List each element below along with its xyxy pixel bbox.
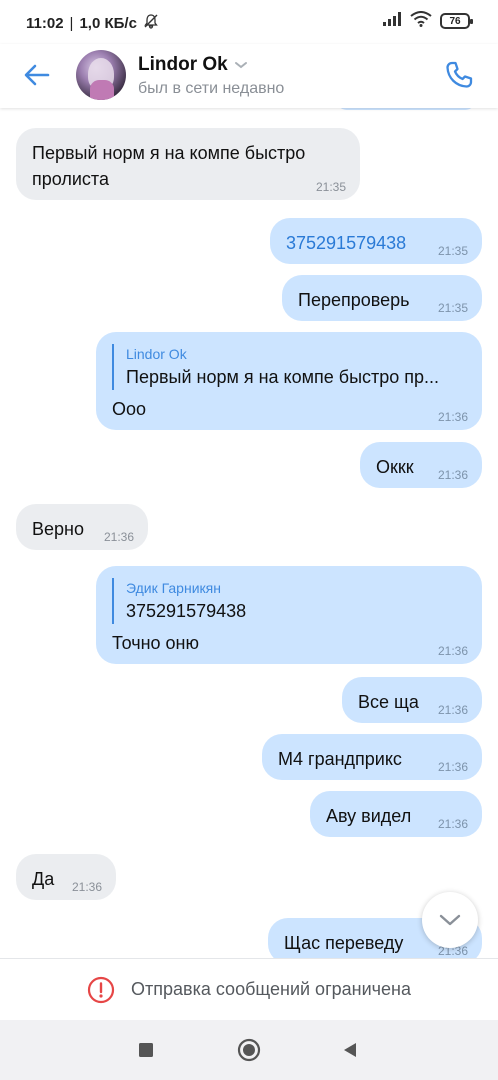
message-bubble[interactable]: Да 21:36 [16,854,116,900]
status-speed: 1,0 КБ/с [79,14,137,32]
message-bubble[interactable]: Оккк 21:36 [360,442,482,488]
message-text: Все ща [358,692,419,712]
status-left: 11:02 | 1,0 КБ/с [26,13,159,33]
mute-bell-icon [143,13,159,33]
reply-author: Эдик Гарникян [126,580,221,596]
message-bubble[interactable]: 375291579438 21:35 [270,218,482,264]
reply-text: 375291579438 [126,601,247,621]
status-separator: | [69,14,74,32]
status-time: 11:02 [26,14,64,32]
message-bubble-reply[interactable]: Lindor Ok Первый норм я на компе быстро … [96,332,482,430]
message-time: 21:36 [437,468,468,482]
restricted-label: Отправка сообщений ограничена [131,979,411,999]
recents-button[interactable] [134,1038,158,1062]
message-text: Ооо [112,399,147,419]
message-time: 21:36 [437,410,468,424]
message-bubble-partial [336,108,476,110]
status-right: 76 [382,11,473,31]
message-text: Перепроверь [298,290,410,310]
message-bubble-reply[interactable]: Эдик Гарникян 375291579438 Точно оню 21:… [96,566,482,664]
triangle-back-icon [344,1043,356,1057]
call-button[interactable] [440,56,478,94]
message-time: 21:35 [315,180,346,194]
message-time: 21:35 [437,301,468,315]
message-time: 21:36 [103,530,134,544]
wifi-icon [410,11,432,31]
chevron-down-icon [439,914,461,926]
circle-icon [237,1038,261,1062]
reply-quote[interactable]: Lindor Ok Первый норм я на компе быстро … [112,344,466,390]
reply-author: Lindor Ok [126,346,187,362]
message-text: Оккк [376,457,414,477]
battery-level: 76 [449,15,461,27]
message-bubble[interactable]: Перепроверь 21:35 [282,275,482,321]
reply-text: Первый норм я на компе быстро пр... [126,367,440,387]
status-bar: 11:02 | 1,0 КБ/с 76 [0,0,498,44]
avatar[interactable] [76,50,126,100]
message-text: Да [32,869,55,889]
contact-name-row[interactable]: Lindor Ok [138,54,248,76]
message-time: 21:36 [437,703,468,717]
back-arrow-icon [24,64,50,86]
messaging-restricted-bar: Отправка сообщений ограничена [0,958,498,1020]
message-time: 21:36 [437,817,468,831]
phone-icon [446,61,473,88]
contact-name: Lindor Ok [138,54,228,75]
chevron-down-icon [234,62,247,69]
message-time: 21:35 [437,244,468,258]
message-time: 21:36 [437,644,468,658]
message-time: 21:36 [437,760,468,774]
message-bubble[interactable]: М4 грандприкс 21:36 [262,734,482,780]
message-text: Щас переведу [284,933,404,953]
message-bubble[interactable]: Аву видел 21:36 [310,791,482,837]
message-text: Точно оню [112,633,199,653]
chat-header: Lindor Ok был в сети недавно [0,44,498,108]
back-button[interactable] [20,58,54,92]
scroll-down-button[interactable] [422,892,478,948]
battery-icon: 76 [440,13,473,29]
chat-area[interactable]: Первый норм я на компе быстро пролиста 2… [0,108,498,958]
signal-icon [382,11,402,31]
square-icon [139,1043,153,1057]
message-text: Первый норм я на компе быстро пролиста [32,143,306,189]
home-button[interactable] [237,1038,261,1062]
back-nav-button[interactable] [338,1038,362,1062]
system-navigation-bar [0,1020,498,1080]
message-time: 21:36 [71,880,102,894]
message-bubble[interactable]: Верно 21:36 [16,504,148,550]
message-bubble[interactable]: Все ща 21:36 [342,677,482,723]
message-text: Аву видел [326,806,412,826]
reply-quote[interactable]: Эдик Гарникян 375291579438 [112,578,466,624]
contact-status: был в сети недавно [138,80,285,97]
message-bubble[interactable]: Первый норм я на компе быстро пролиста 2… [16,128,360,200]
message-text: Верно [32,519,84,539]
message-text: М4 грандприкс [278,749,402,769]
message-link[interactable]: 375291579438 [286,233,406,253]
warning-circle-icon [87,976,115,1003]
